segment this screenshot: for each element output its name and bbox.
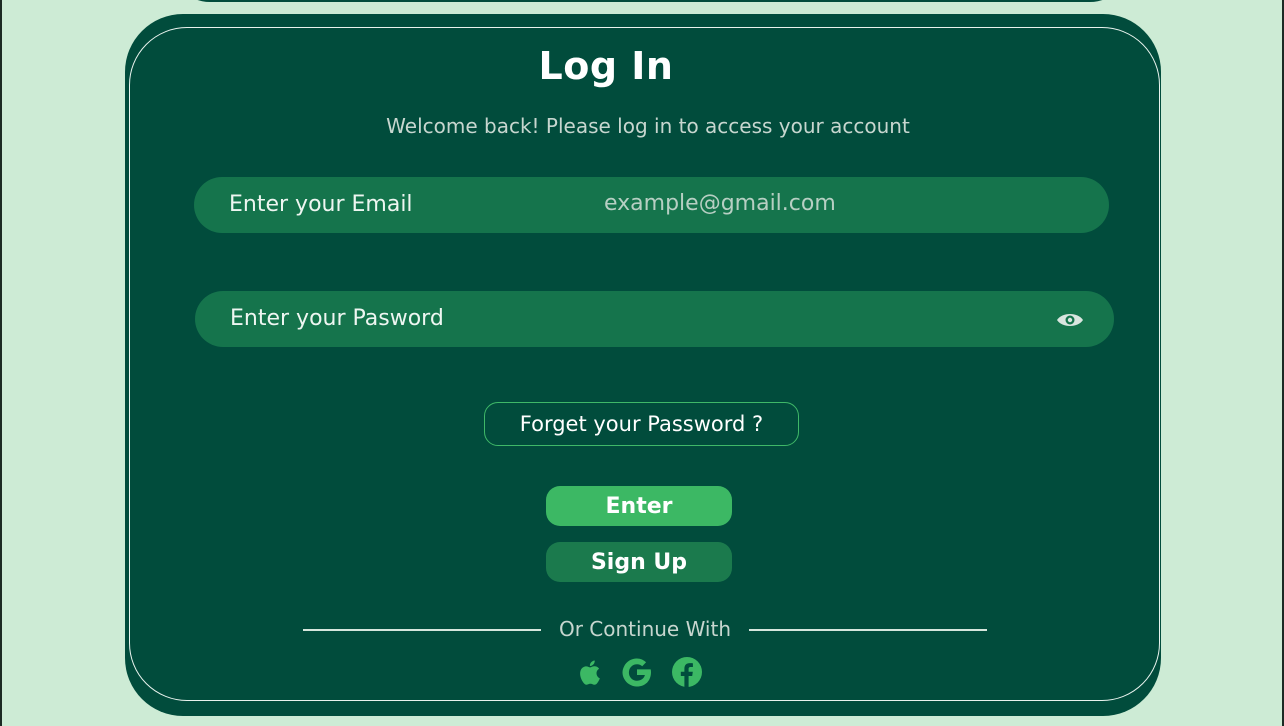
continue-with-label: Or Continue With	[558, 617, 732, 641]
forgot-password-button[interactable]: Forget your Password ?	[484, 402, 799, 446]
divider-left	[303, 629, 541, 631]
divider-right	[749, 629, 987, 631]
email-input[interactable]	[604, 187, 1004, 219]
apple-icon[interactable]	[574, 655, 608, 689]
sign-up-button[interactable]: Sign Up	[546, 542, 732, 582]
page-subtitle: Welcome back! Please log in to access yo…	[386, 114, 910, 138]
email-field[interactable]: Enter your Email	[194, 177, 1109, 233]
email-label: Enter your Email	[229, 192, 413, 217]
window-edge-left	[0, 0, 2, 726]
password-label: Enter your Pasword	[230, 306, 444, 331]
password-field[interactable]: Enter your Pasword	[195, 291, 1114, 347]
facebook-icon[interactable]	[670, 655, 704, 689]
eye-icon[interactable]	[1056, 311, 1084, 329]
google-icon[interactable]	[620, 655, 654, 689]
enter-button[interactable]: Enter	[546, 486, 732, 526]
password-input[interactable]	[495, 303, 1015, 335]
page-title: Log In	[538, 44, 674, 88]
top-panel	[170, 0, 1130, 2]
